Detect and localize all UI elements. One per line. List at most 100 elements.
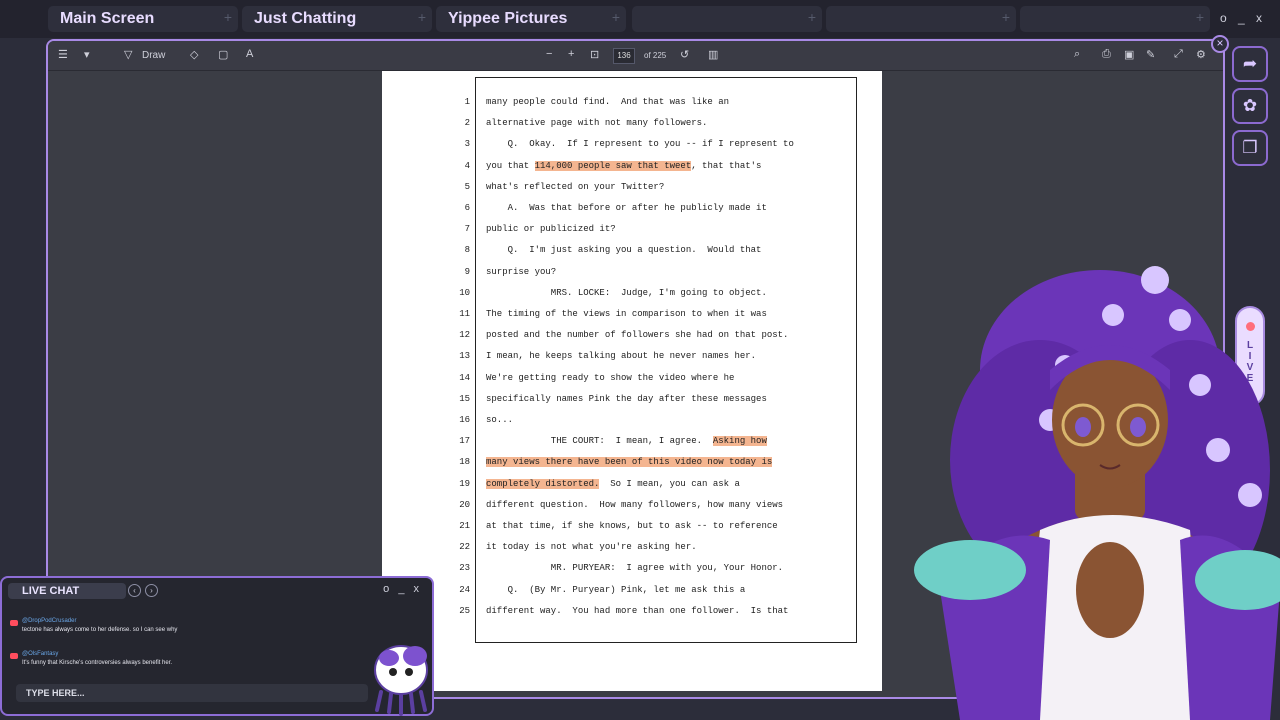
chat-input[interactable]: TYPE HERE...: [16, 684, 368, 702]
chat-window-controls[interactable]: o _ x: [383, 583, 422, 595]
transcript-line: 21 at that time, if she knows, but to ask…: [459, 521, 856, 541]
line-text: The timing of the views in comparison to…: [486, 309, 767, 319]
save-as-icon[interactable]: ✎: [1146, 48, 1155, 61]
line-text: Q. (By Mr. Puryear) Pink, let me ask thi…: [486, 585, 746, 595]
octopus-emblem-icon[interactable]: ✿: [1232, 88, 1268, 124]
line-segment: many people could find. And that was lik…: [486, 97, 730, 107]
eraser-icon[interactable]: ◇: [190, 48, 198, 61]
tab-empty-2[interactable]: +: [826, 6, 1016, 32]
line-text: Q. I'm just asking you a question. Would…: [486, 245, 762, 255]
line-text: completely distorted. So I mean, you can…: [486, 478, 740, 489]
line-segment: MRS. LOCKE: Judge, I'm going to object.: [486, 287, 767, 298]
plus-icon[interactable]: +: [418, 9, 426, 25]
line-number: 16: [459, 415, 470, 425]
line-number: 5: [464, 181, 470, 192]
transcript-line: 5 what's reflected on your Twitter?: [465, 182, 856, 202]
tab-main-screen[interactable]: Main Screen +: [48, 6, 238, 32]
line-text: specifically names Pink the day after th…: [486, 394, 767, 404]
line-text: surprise you?: [486, 267, 556, 277]
avatar-face: [1050, 345, 1170, 488]
save-icon[interactable]: ▣: [1124, 48, 1134, 61]
draw-label[interactable]: Draw: [142, 50, 165, 61]
line-text: at that time, if she knows, but to ask -…: [486, 521, 778, 531]
search-icon[interactable]: ⌕: [1074, 48, 1080, 61]
fullscreen-icon[interactable]: ⤢: [1174, 48, 1183, 61]
line-number: 11: [459, 309, 470, 319]
youtube-icon: [10, 620, 18, 626]
transcript-line: 4 you that 114,000 people saw that tweet,…: [465, 160, 856, 181]
tab-just-chatting[interactable]: Just Chatting +: [242, 6, 432, 32]
line-text: MR. PURYEAR: I agree with you, Your Hono…: [486, 563, 783, 573]
sidebar-toggle-icon[interactable]: ☰: [58, 48, 68, 61]
line-segment: MR. PURYEAR: I agree with you, Your Hono…: [486, 563, 784, 574]
transcript-line: 6 A. Was that before or after he publicl…: [465, 203, 856, 223]
plus-icon[interactable]: +: [1002, 9, 1010, 25]
tab-yippee-pictures[interactable]: Yippee Pictures +: [436, 6, 626, 32]
line-text: A. Was that before or after he publicly …: [486, 203, 767, 213]
line-number: 17: [459, 436, 470, 447]
transcript-line: 8 Q. I'm just asking you a question. Wou…: [465, 245, 856, 265]
page-total: of 225: [644, 51, 667, 60]
chevron-left-icon[interactable]: ‹: [128, 584, 141, 597]
line-segment: So I mean, you can ask a: [599, 478, 740, 489]
transcript-box: 1 many people could find. And that was li…: [459, 77, 857, 643]
page-number-input[interactable]: 136: [613, 48, 635, 64]
chat-username[interactable]: @OlsFantasy: [22, 651, 58, 657]
highlight-icon[interactable]: ▾: [84, 48, 90, 61]
line-segment: , that that's: [691, 160, 762, 171]
draw-icon[interactable]: ▽: [124, 48, 132, 61]
chevron-right-icon[interactable]: ›: [145, 584, 158, 597]
line-number: 2: [464, 118, 470, 129]
zoom-out-icon[interactable]: −: [546, 48, 552, 60]
window-controls[interactable]: o _ x: [1220, 11, 1266, 25]
transcript-line: 16 so...: [459, 415, 856, 435]
line-number: 12: [459, 330, 470, 341]
live-chat-panel: LIVE CHAT ‹ › o _ x @DropPodCrusader tec…: [0, 576, 434, 716]
tab-empty-1[interactable]: +: [632, 6, 822, 32]
line-segment: public or publicized it?: [486, 224, 616, 235]
transcript-line: 17 THE COURT: I mean, I agree. Asking ho…: [459, 436, 856, 456]
line-text: so...: [486, 415, 513, 425]
print-icon[interactable]: ⎙: [1102, 48, 1111, 61]
vtuber-avatar-image: [914, 266, 1280, 720]
line-text: different way. You had more than one fol…: [486, 606, 788, 616]
tab-empty-3[interactable]: +: [1020, 6, 1210, 32]
line-segment: different question. How many followers, …: [486, 499, 784, 510]
plus-icon[interactable]: +: [612, 9, 620, 25]
fit-page-icon[interactable]: ⊡: [590, 48, 599, 61]
line-number: 10: [459, 287, 470, 298]
transcript-line: 10 MRS. LOCKE: Judge, I'm going to objec…: [459, 287, 856, 308]
transcript-line: 18 many views there have been of this vid…: [459, 457, 856, 477]
share-arrow-icon[interactable]: ➦: [1232, 46, 1268, 82]
read-aloud-icon[interactable]: A: [246, 48, 253, 60]
line-number: 25: [459, 605, 470, 616]
pdf-toolbar: ☰ ▾ ▽ Draw ◇ ▢ A − + ⊡ 136 of 225 ↺ ▥ ⌕ …: [48, 41, 1223, 71]
plus-icon[interactable]: +: [224, 9, 232, 25]
page-view-icon[interactable]: ▥: [708, 48, 718, 61]
plus-icon[interactable]: +: [808, 9, 816, 25]
settings-gear-icon[interactable]: ⚙: [1196, 48, 1206, 61]
line-text: you that 114,000 people saw that tweet, …: [486, 160, 762, 171]
stream-tab-bar: Main Screen + Just Chatting + Yippee Pic…: [0, 0, 1280, 38]
transcript-line: 9 surprise you?: [465, 267, 856, 287]
tab-label: Yippee Pictures: [448, 10, 568, 27]
close-icon[interactable]: ×: [1211, 35, 1229, 53]
line-number: 21: [459, 521, 470, 531]
line-segment: Q. Okay. If I represent to you -- if I r…: [486, 139, 794, 150]
tab-label: Main Screen: [60, 10, 155, 27]
line-text: We're getting ready to show the video wh…: [486, 373, 734, 383]
line-number: 4: [464, 160, 470, 171]
line-text: different question. How many followers, …: [486, 500, 783, 510]
line-text: I mean, he keeps talking about he never …: [486, 351, 756, 361]
plus-icon[interactable]: +: [1196, 9, 1204, 25]
highlighted-text: Asking how: [712, 436, 767, 447]
zoom-in-icon[interactable]: +: [568, 48, 574, 60]
rotate-icon[interactable]: ↺: [680, 48, 689, 61]
line-segment: I mean, he keeps talking about he never …: [486, 351, 757, 362]
mascot-image: [374, 645, 428, 716]
line-text: posted and the number of followers she h…: [486, 330, 788, 340]
bookmark-icon[interactable]: ❐: [1232, 130, 1268, 166]
chat-username[interactable]: @DropPodCrusader: [22, 618, 76, 624]
transcript-line: 19 completely distorted. So I mean, you c…: [459, 478, 856, 499]
text-box-icon[interactable]: ▢: [218, 48, 228, 61]
